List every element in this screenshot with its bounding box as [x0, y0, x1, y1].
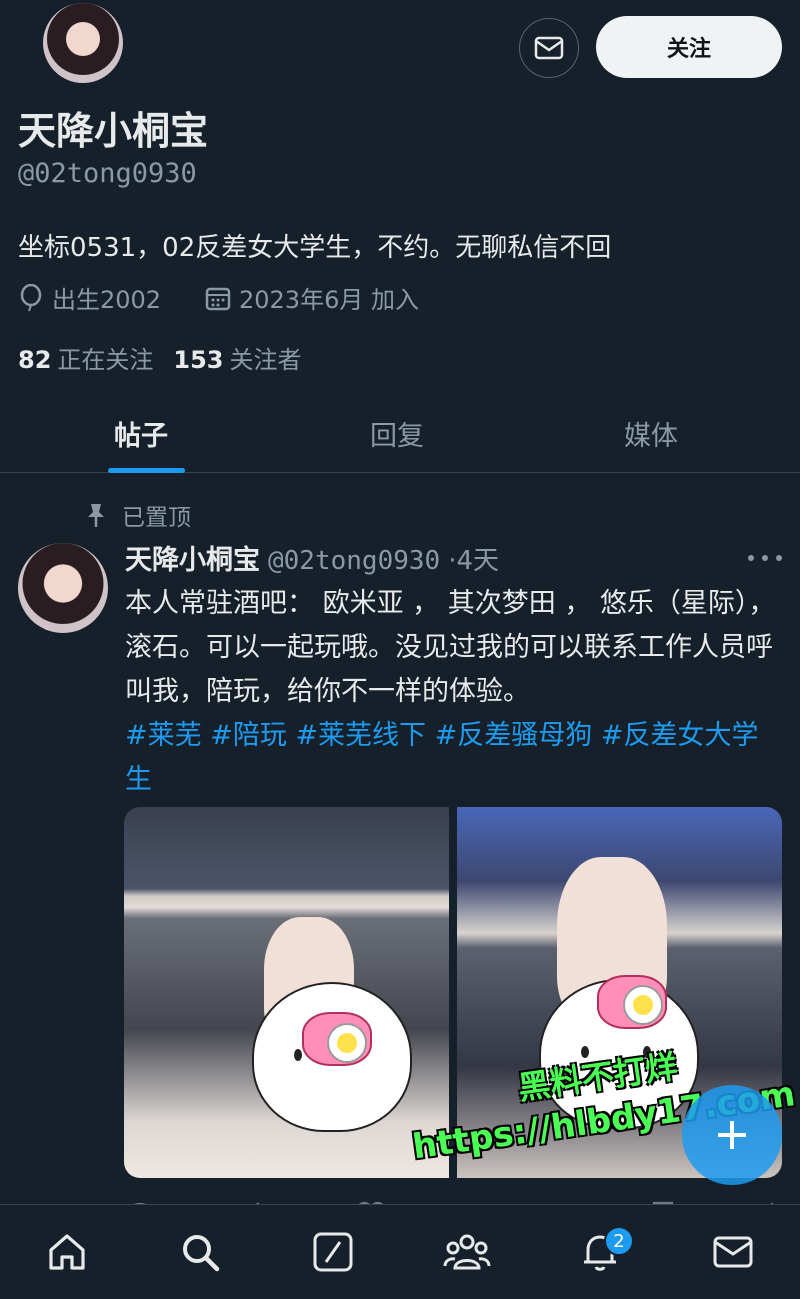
post-image-1[interactable] — [124, 807, 449, 1178]
more-options-icon[interactable] — [748, 548, 782, 568]
tab-media-label: 媒体 — [624, 421, 678, 452]
calendar-icon — [205, 287, 231, 310]
post-author-handle: @02tong0930 — [268, 546, 441, 576]
tab-replies-label: 回复 — [370, 421, 424, 452]
post-author-name[interactable]: 天降小桐宝 — [125, 538, 260, 577]
profile-handle: @02tong0930 — [18, 158, 197, 189]
follow-button[interactable]: 关注 — [596, 16, 782, 78]
mail-icon — [534, 36, 564, 60]
following-label: 正在关注 — [57, 346, 154, 374]
home-icon — [49, 1234, 85, 1270]
mail-icon — [713, 1236, 753, 1268]
follow-stats: 82 正在关注 153 关注者 — [18, 340, 302, 375]
nav-grok[interactable] — [303, 1222, 363, 1282]
join-info: 2023年6月 加入 — [205, 280, 419, 315]
notification-badge: 2 — [603, 1226, 634, 1256]
tab-media[interactable]: 媒体 — [507, 395, 800, 472]
profile-tabs: 帖子 回复 媒体 — [0, 395, 800, 473]
tab-posts-label: 帖子 — [114, 421, 168, 452]
grok-icon — [313, 1232, 353, 1272]
sticker-flower — [329, 1025, 365, 1061]
profile-bio: 坐标0531，02反差女大学生，不约。无聊私信不回 — [18, 233, 612, 263]
message-button[interactable] — [519, 18, 579, 78]
profile-display-name: 天降小桐宝 — [18, 109, 209, 153]
followers-link[interactable]: 153 关注者 — [173, 340, 301, 375]
profile-avatar[interactable] — [40, 0, 126, 86]
plus-icon — [718, 1121, 746, 1149]
balloon-icon — [20, 283, 42, 311]
nav-notifications[interactable]: 2 — [570, 1222, 634, 1282]
birth-text: 出生2002 — [52, 286, 162, 314]
pin-icon — [88, 504, 104, 527]
nav-messages[interactable] — [703, 1222, 763, 1282]
following-link[interactable]: 82 正在关注 — [18, 340, 153, 375]
post-author-avatar[interactable] — [18, 543, 108, 633]
post-time[interactable]: ·4天 — [448, 540, 499, 577]
followers-label: 关注者 — [229, 346, 302, 374]
sticker-flower — [625, 987, 661, 1023]
pinned-label: 已置顶 — [84, 498, 191, 532]
tab-posts[interactable]: 帖子 — [0, 395, 292, 472]
nav-search[interactable] — [170, 1222, 230, 1282]
communities-icon — [443, 1234, 491, 1270]
post-body: 本人常驻酒吧： 欧米亚 ， 其次梦田 ， 悠乐（星际），滚石。可以一起玩哦。没见… — [125, 582, 785, 802]
bottom-navigation: 2 — [0, 1204, 800, 1299]
followers-count: 153 — [173, 346, 224, 374]
post-header: 天降小桐宝 @02tong0930 ·4天 — [125, 538, 499, 577]
join-text: 2023年6月 加入 — [239, 286, 419, 314]
pinned-text: 已置顶 — [122, 505, 191, 531]
following-count: 82 — [18, 346, 52, 374]
active-tab-indicator — [108, 468, 185, 473]
compose-fab[interactable] — [682, 1085, 782, 1185]
nav-home[interactable] — [37, 1222, 97, 1282]
birth-info: 出生2002 — [18, 280, 161, 315]
nav-communities[interactable] — [437, 1222, 497, 1282]
post-hashtags[interactable]: #莱芜 #陪玩 #莱芜线下 #反差骚母狗 #反差女大学生 — [125, 720, 758, 795]
post-text: 本人常驻酒吧： 欧米亚 ， 其次梦田 ， 悠乐（星际），滚石。可以一起玩哦。没见… — [125, 588, 776, 707]
search-icon — [182, 1235, 220, 1272]
tab-replies[interactable]: 回复 — [292, 395, 507, 472]
